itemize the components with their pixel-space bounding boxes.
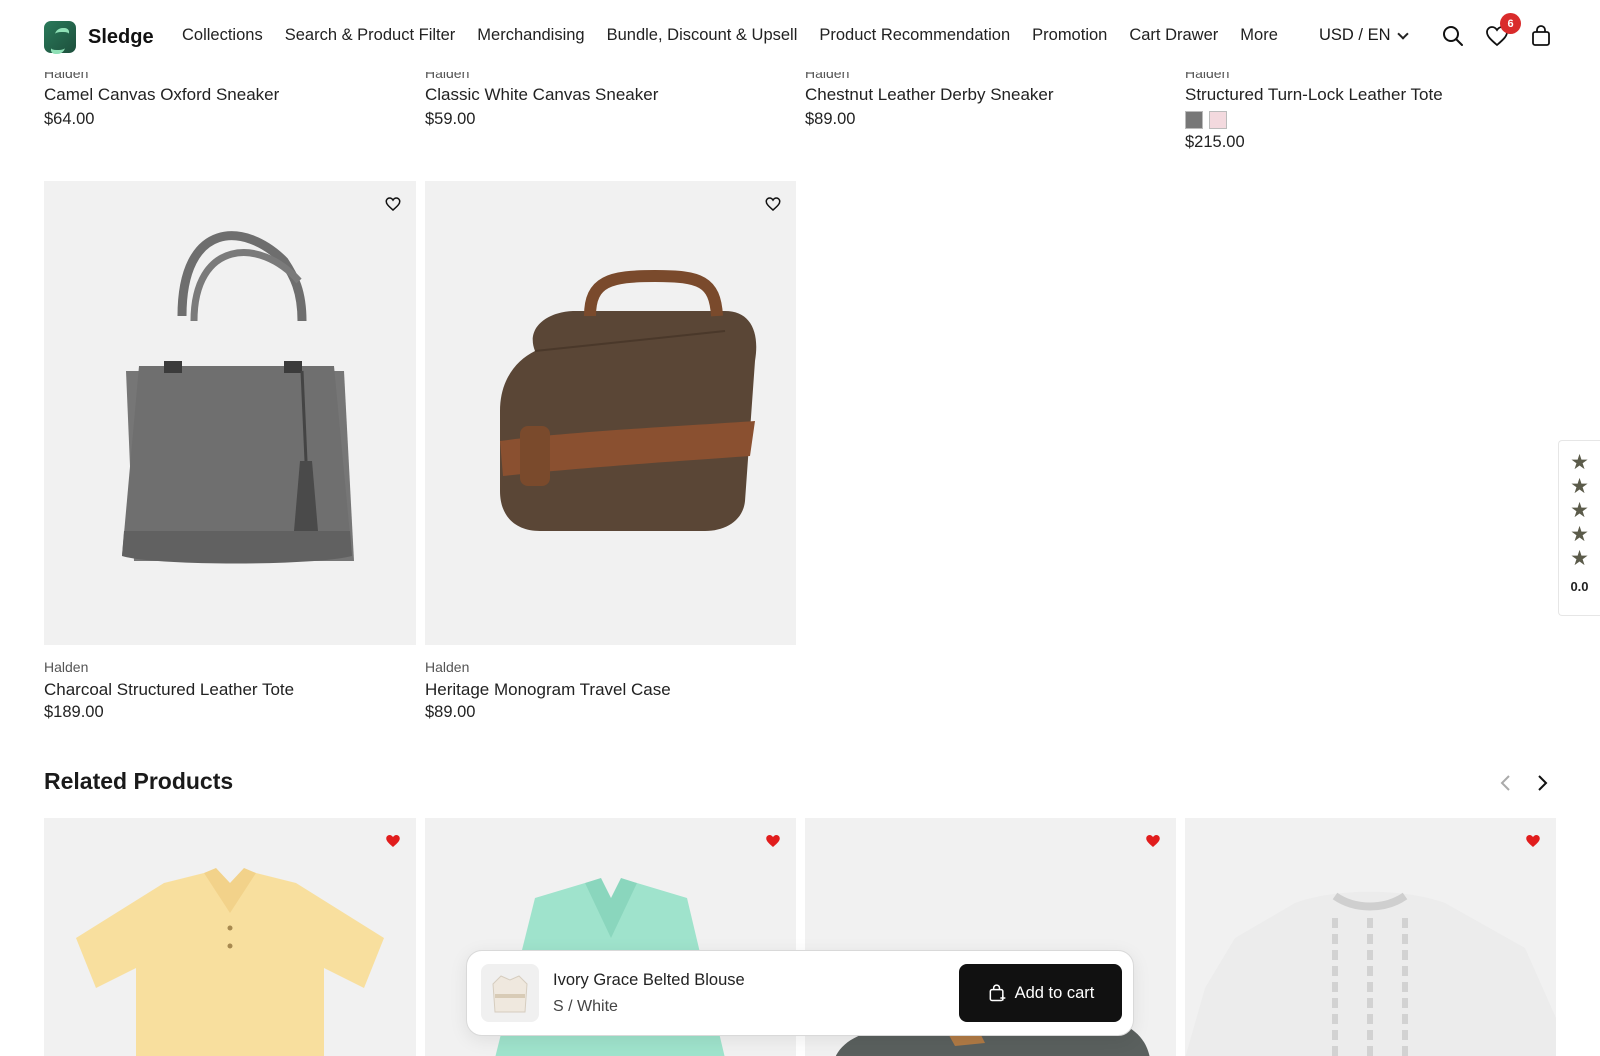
bag-icon[interactable]	[1529, 24, 1553, 48]
product-price: $59.00	[425, 110, 476, 128]
nav-promotion[interactable]: Promotion	[1032, 26, 1107, 45]
product-price: $89.00	[425, 703, 476, 721]
star-icon: ★	[1570, 451, 1589, 474]
product-image[interactable]	[425, 181, 796, 645]
wishlist-heart-filled-icon[interactable]	[384, 832, 402, 850]
yellow-polo-image	[76, 868, 384, 1056]
charcoal-tote-image	[122, 231, 354, 564]
nav-recommendation[interactable]: Product Recommendation	[819, 26, 1010, 45]
sticky-add-to-cart-bar: Ivory Grace Belted Blouse S / White Add …	[466, 950, 1134, 1036]
star-icon: ★	[1570, 547, 1589, 570]
product-price: $189.00	[44, 703, 104, 721]
rating-score: 0.0	[1570, 579, 1589, 594]
wishlist-count-badge: 6	[1500, 13, 1521, 34]
chevron-left-icon[interactable]	[1496, 773, 1516, 793]
nav-cart-drawer[interactable]: Cart Drawer	[1129, 26, 1218, 45]
nav-more[interactable]: More	[1240, 26, 1278, 45]
product-name[interactable]: Camel Canvas Oxford Sneaker	[44, 85, 279, 105]
product-price: $64.00	[44, 110, 95, 128]
blouse-thumbnail-image	[492, 975, 528, 1013]
add-to-cart-button[interactable]: Add to cart	[959, 964, 1122, 1022]
chevron-down-icon	[1396, 27, 1409, 40]
product-name[interactable]: Structured Turn-Lock Leather Tote	[1185, 85, 1443, 105]
wishlist-heart-filled-icon[interactable]	[1524, 832, 1542, 850]
product-image[interactable]	[44, 181, 416, 645]
reviews-rating-widget[interactable]: ★ ★ ★ ★ ★ 0.0	[1558, 440, 1600, 616]
logo[interactable]: Sledge	[44, 21, 154, 53]
color-swatch[interactable]	[1209, 111, 1227, 129]
product-name[interactable]: Classic White Canvas Sneaker	[425, 85, 658, 105]
product-brand: Halden	[44, 659, 89, 675]
wishlist-heart-filled-icon[interactable]	[1144, 832, 1162, 850]
color-swatch[interactable]	[1185, 111, 1203, 129]
logo-mark-icon	[44, 21, 76, 53]
star-icon: ★	[1570, 523, 1589, 546]
product-price: $89.00	[805, 110, 856, 128]
site-header: Sledge Collections Search & Product Filt…	[0, 0, 1600, 72]
nav-collections[interactable]: Collections	[182, 26, 263, 45]
related-product-image[interactable]	[44, 818, 416, 1056]
section-title: Related Products	[44, 768, 234, 794]
sticky-product-name: Ivory Grace Belted Blouse	[553, 971, 745, 989]
star-icon: ★	[1570, 499, 1589, 522]
product-name[interactable]: Chestnut Leather Derby Sneaker	[805, 85, 1054, 105]
product-brand: Halden	[425, 659, 470, 675]
currency-label: USD / EN	[1319, 26, 1391, 44]
nav-bundle[interactable]: Bundle, Discount & Upsell	[607, 26, 798, 45]
product-name[interactable]: Heritage Monogram Travel Case	[425, 680, 671, 700]
search-icon[interactable]	[1441, 24, 1465, 48]
star-icon: ★	[1570, 475, 1589, 498]
brand-name: Sledge	[88, 25, 154, 48]
chevron-right-icon[interactable]	[1532, 773, 1552, 793]
product-name[interactable]: Charcoal Structured Leather Tote	[44, 680, 294, 700]
nav-search-filter[interactable]: Search & Product Filter	[285, 26, 456, 45]
wishlist-heart-filled-icon[interactable]	[764, 832, 782, 850]
currency-selector[interactable]: USD / EN	[1319, 26, 1409, 45]
related-product-image[interactable]	[1185, 818, 1556, 1056]
add-to-cart-label: Add to cart	[1014, 983, 1095, 1002]
sticky-product-variant[interactable]: S / White	[553, 998, 618, 1016]
wishlist-heart-icon[interactable]	[384, 195, 402, 213]
nav-merchandising[interactable]: Merchandising	[477, 26, 584, 45]
cart-plus-icon	[989, 984, 1005, 1002]
wishlist-heart-icon[interactable]	[764, 195, 782, 213]
travel-case-image	[500, 269, 757, 531]
cable-knit-sweater-image	[1185, 891, 1556, 1056]
sticky-product-thumbnail	[481, 964, 539, 1022]
main-nav: Collections Search & Product Filter Merc…	[182, 26, 1278, 45]
product-price: $215.00	[1185, 133, 1245, 151]
